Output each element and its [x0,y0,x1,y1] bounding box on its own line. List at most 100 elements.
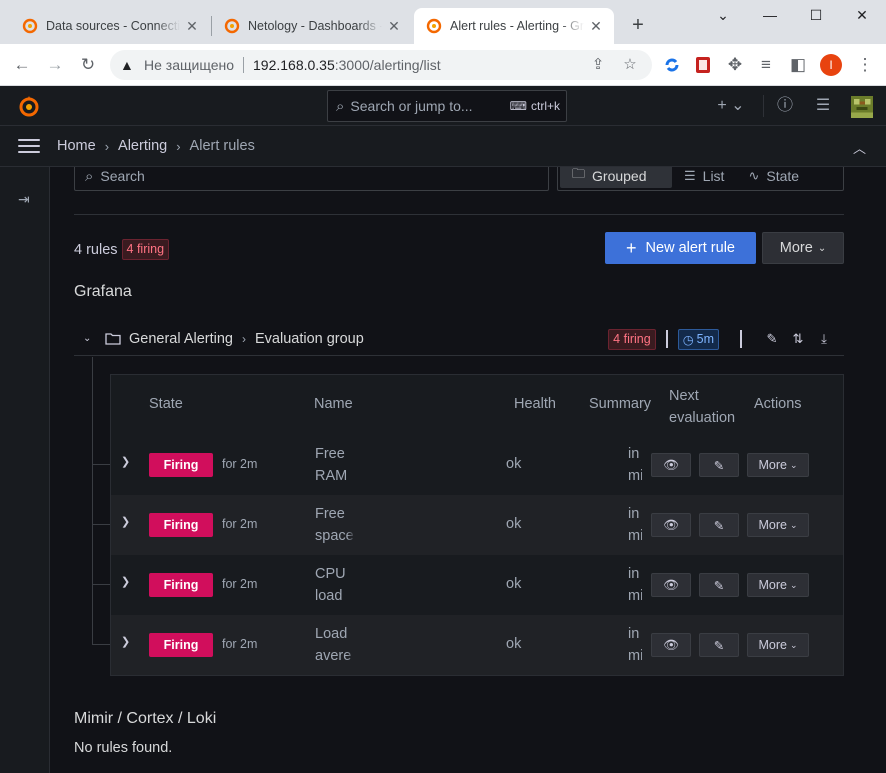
chevron-down-icon: ⌄ [789,519,798,530]
browser-tab-alert-rules[interactable]: Alert rules - Alerting - Grafana ✕ [414,8,614,44]
close-tab-icon[interactable]: ✕ [588,18,604,35]
rule-more-button[interactable]: More ⌄ [747,453,809,477]
rule-name: Free space [315,506,354,544]
reload-icon[interactable]: ↻ [75,52,101,78]
extension-book-icon[interactable] [690,52,716,78]
chevron-down-icon[interactable]: ⌄ [83,333,97,344]
browser-menu-icon[interactable]: ⋮ [852,52,878,78]
address-bar[interactable]: ▲ Не защищено 192.168.0.35:3000/alerting… [110,50,652,80]
chevron-down-icon: ⌄ [789,639,798,650]
eye-icon: 👁 [663,457,679,472]
global-search-input[interactable]: ⌕ Search or jump to... ⌨ ctrl+k [327,90,567,122]
url-host: 192.168.0.35 [253,57,335,73]
grafana-favicon-icon [22,18,38,34]
back-icon[interactable]: ← [9,52,35,78]
state-badge: Firing [149,453,213,477]
tab-title: Data sources - Connections [46,19,180,33]
minimize-button[interactable]: — [747,4,793,26]
rule-count: 4 rules [74,241,118,258]
chevron-down-icon: ⌄ [817,242,827,254]
bookmark-star-icon[interactable]: ☆ [620,55,640,75]
group-name: Evaluation group [254,330,364,347]
dock-menu-icon[interactable]: ⇥ [18,191,30,208]
share-icon[interactable]: ⇪ [588,55,608,75]
user-avatar[interactable] [851,96,873,118]
tree-line [92,357,93,645]
new-tab-button[interactable]: + [627,14,649,36]
close-tab-icon[interactable]: ✕ [184,18,200,35]
more-label: More [758,518,787,532]
keyboard-icon: ⌨ [509,99,527,113]
news-feed-icon[interactable]: ☰ [813,96,833,116]
reorder-icon[interactable]: ⇅ [788,331,808,347]
tab-search-icon[interactable]: ⌄ [700,4,746,26]
view-rule-button[interactable]: 👁 [651,633,691,657]
rule-more-button[interactable]: More ⌄ [747,513,809,537]
breadcrumb-bar: Home › Alerting › Alert rules ︿ [0,126,886,167]
breadcrumb-alerting[interactable]: Alerting [118,138,167,154]
browser-tab-data-sources[interactable]: Data sources - Connections ✕ [10,8,210,44]
forward-icon[interactable]: → [42,52,68,78]
edit-rule-button[interactable]: ✎ [699,513,739,537]
chevron-right-icon[interactable]: ❯ [121,635,130,648]
media-queue-icon[interactable]: ≡ [753,52,779,78]
export-icon[interactable]: ⤓ [814,331,834,347]
header-actions: Actions [754,396,802,412]
view-grouped-button[interactable]: 🗀 Grouped [560,167,672,188]
view-state-button[interactable]: ∿ State [736,167,811,188]
maximize-button[interactable]: ☐ [793,4,839,26]
more-label: More [758,638,787,652]
warning-icon[interactable]: ▲ [120,57,138,73]
header-name: Name [314,396,353,412]
edit-rule-button[interactable]: ✎ [699,633,739,657]
chevron-right-icon[interactable]: ❯ [121,455,130,468]
profile-avatar[interactable]: I [820,54,842,76]
view-state-label: State [766,168,800,184]
chevron-right-icon[interactable]: ❯ [121,515,130,528]
state-duration: for 2m [222,637,258,651]
chevron-down-icon: ⌄ [789,459,798,470]
list-icon: ☰ [684,168,696,183]
view-mode-toggle: 🗀 Grouped ☰ List ∿ State [557,167,844,191]
datasource-title: Mimir / Cortex / Loki [74,710,217,727]
grafana-favicon-icon [224,18,240,34]
extension-sync-icon[interactable] [659,52,685,78]
insecure-label[interactable]: Не защищено [144,57,234,73]
tree-line [92,464,110,465]
rule-search-input[interactable]: ⌕ Search [74,167,549,191]
rule-count-summary: 4 rules 4 firing [74,239,170,260]
rule-more-button[interactable]: More ⌄ [747,633,809,657]
table-row: ❯ Firing for 2m Load avere ok in mi 👁 ✎ … [111,615,843,675]
tab-title: Netology - Dashboards - Grafana [248,19,382,33]
more-label: More [779,240,813,256]
close-tab-icon[interactable]: ✕ [386,18,402,35]
help-icon[interactable]: ⓘ [775,96,795,116]
empty-state-text: No rules found. [74,740,173,756]
edit-group-icon[interactable]: ✎ [762,331,782,347]
edit-rule-button[interactable]: ✎ [699,453,739,477]
more-actions-button[interactable]: More ⌄ [762,232,844,264]
view-rule-button[interactable]: 👁 [651,453,691,477]
view-list-button[interactable]: ☰ List [672,167,736,188]
state-duration: for 2m [222,517,258,531]
new-alert-rule-button[interactable]: + New alert rule [605,232,756,264]
edit-rule-button[interactable]: ✎ [699,573,739,597]
view-rule-button[interactable]: 👁 [651,573,691,597]
chevron-right-icon[interactable]: ❯ [121,575,130,588]
side-panel-icon[interactable]: ◧ [785,52,811,78]
extensions-puzzle-icon[interactable]: ✥ [722,52,748,78]
header-state: State [149,396,183,412]
view-list-label: List [702,168,725,184]
more-label: More [758,458,787,472]
heart-rate-icon: ∿ [748,168,760,183]
rule-more-button[interactable]: More ⌄ [747,573,809,597]
add-menu-icon[interactable]: + ⌄ [716,96,746,116]
close-window-button[interactable]: ✕ [839,4,885,26]
grafana-logo-icon[interactable] [17,94,41,118]
header-summary: Summary [589,396,652,412]
view-rule-button[interactable]: 👁 [651,513,691,537]
collapse-header-icon[interactable]: ︿ [853,138,866,157]
browser-tab-netology[interactable]: Netology - Dashboards - Grafana ✕ [212,8,412,44]
breadcrumb-home[interactable]: Home [57,138,96,154]
menu-toggle-icon[interactable] [18,135,40,157]
